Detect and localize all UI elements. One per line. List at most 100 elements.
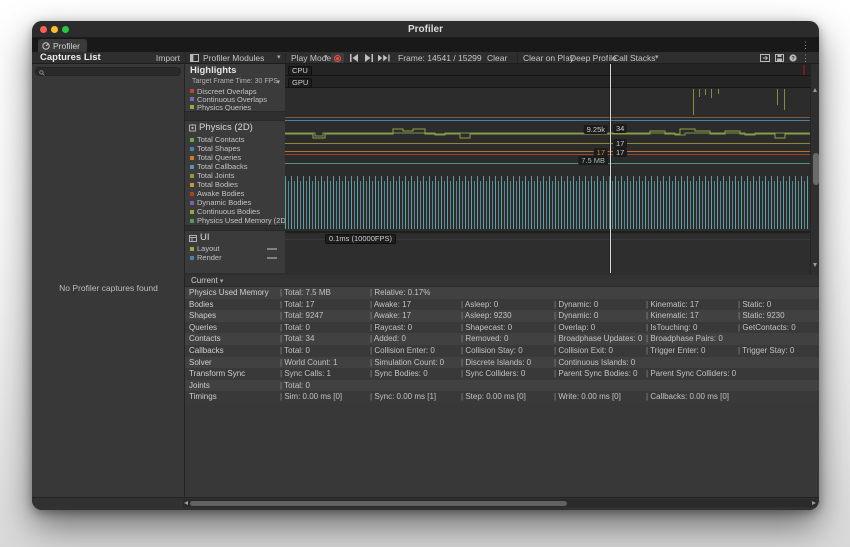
previous-frame-icon[interactable] [348, 54, 360, 62]
tab-profiler[interactable]: Profiler [38, 39, 87, 52]
legend-item[interactable]: Awake Bodies [185, 189, 285, 198]
details-cell: | Broadphase Pairs: 0 [646, 334, 723, 344]
scroll-up-icon[interactable] [813, 88, 817, 92]
legend-item[interactable]: Physics Queries [185, 103, 285, 112]
cpu-lane-label: CPU [288, 65, 312, 76]
cpu-frame-spike [803, 65, 805, 75]
captures-list-panel: No Profiler captures found [32, 64, 185, 497]
record-button[interactable] [331, 53, 344, 63]
legend-item[interactable]: Physics Used Memory (2D) [185, 216, 288, 225]
horizontal-scrollbar[interactable] [183, 499, 817, 507]
search-input[interactable] [35, 67, 181, 76]
chart-value-badge: 17 [613, 148, 628, 157]
chevron-down-icon[interactable]: ▾ [277, 52, 281, 64]
details-mode-dropdown[interactable]: Current [191, 276, 218, 285]
details-cell: | Total: 34 [280, 334, 315, 344]
frame-counter: Frame: 14541 / 15299 [398, 53, 482, 63]
scroll-right-icon[interactable] [812, 501, 816, 505]
details-row: Solver | World Count: 1 | Simulation Count… [185, 356, 819, 369]
details-row-label: Transform Sync [189, 369, 246, 379]
legend-item[interactable]: Render [185, 253, 285, 262]
details-cell: | Awake: 17 [370, 311, 412, 321]
chevron-down-icon[interactable]: ▾ [655, 52, 659, 64]
legend-item[interactable]: Total Shapes [185, 144, 285, 153]
next-frame-icon[interactable] [363, 54, 375, 62]
details-row-label: Timings [189, 392, 217, 402]
profiler-chart-area[interactable]: CPU GPU 0.1ms (10000FPS) 9.25k 34 17 17 … [285, 64, 810, 273]
legend-item[interactable]: Layout [185, 244, 285, 253]
empty-captures-message: No Profiler captures found [59, 283, 158, 293]
legend-item-label: Render [197, 253, 222, 262]
chevron-down-icon[interactable]: ▾ [220, 278, 224, 285]
gpu-lane-label: GPU [288, 77, 313, 88]
modules-layout-icon [190, 54, 199, 62]
series-color-swatch [190, 182, 194, 187]
module-highlights-header[interactable]: Highlights [185, 64, 285, 77]
export-window-icon[interactable] [760, 54, 770, 62]
details-cell: | Added: 0 [370, 334, 406, 344]
window-kebab-menu-icon[interactable]: ⋮ [801, 40, 810, 50]
details-cell: | Shapecast: 0 [461, 322, 513, 332]
profiler-gauge-icon [42, 41, 50, 50]
details-cell: | Parent Sync Bodies: 0 [554, 369, 638, 379]
details-row-label: Callbacks [189, 345, 224, 355]
highlights-legend: Discreet Overlaps Continuous Overlaps Phys… [185, 87, 285, 112]
clear-on-play-toggle[interactable]: Clear on Play [523, 52, 574, 64]
import-button[interactable]: Import [150, 52, 180, 64]
details-cell: | Awake: 17 [370, 299, 412, 309]
details-cell: | Raycast: 0 [370, 322, 413, 332]
profiler-modules-dropdown[interactable]: Profiler Modules [203, 52, 264, 64]
chevron-down-icon[interactable]: ▾ [324, 52, 328, 64]
legend-item[interactable]: Total Bodies [185, 180, 285, 189]
details-cell: | Discrete Islands: 0 [461, 357, 532, 367]
series-color-swatch [190, 191, 194, 196]
scroll-down-icon[interactable] [813, 263, 817, 267]
details-cell: | Static: 0 [738, 299, 772, 309]
clear-button[interactable]: Clear [487, 52, 507, 64]
profiler-window: Profiler Profiler ⋮ Captures List Import… [32, 21, 819, 510]
current-frame-icon[interactable] [378, 54, 390, 62]
series-color-swatch [190, 246, 194, 251]
horizontal-scroll-thumb[interactable] [190, 500, 567, 506]
help-icon[interactable]: ? [789, 54, 797, 62]
module-ui-header[interactable]: UI [185, 232, 285, 244]
save-icon[interactable] [775, 54, 784, 62]
chart-value-badge: 17 [613, 139, 628, 148]
legend-item[interactable]: Continuous Bodies [185, 207, 285, 216]
target-frame-time-dropdown[interactable]: Target Frame Time: 30 FPS ▾ [185, 77, 285, 87]
details-cell: | IsTouching: 0 [646, 322, 698, 332]
series-color-swatch [190, 255, 194, 260]
toolbar-kebab-menu-icon[interactable]: ⋮ [801, 52, 810, 64]
details-cell: | Sync Bodies: 0 [370, 369, 428, 379]
details-cell: | Sim: 0.00 ms [0] [280, 392, 343, 402]
details-cell: | Total: 0 [280, 380, 310, 390]
details-cell: | Kinematic: 17 [646, 311, 699, 321]
details-cell: | Trigger Stay: 0 [738, 345, 795, 355]
legend-item[interactable]: Total Joints [185, 171, 285, 180]
physics2d-details-table: Physics Used Memory | Total: 7.5 MB | Rela… [185, 287, 819, 497]
search-icon [39, 69, 45, 76]
legend-item-label: Total Shapes [197, 144, 241, 153]
call-stacks-dropdown[interactable]: Call Stacks [613, 52, 656, 64]
details-cell: | Total: 7.5 MB [280, 288, 331, 297]
details-cell: | Static: 9230 [738, 311, 785, 321]
legend-item[interactable]: Total Queries [185, 153, 285, 162]
details-cell: | Sync Colliders: 0 [461, 369, 526, 379]
modules-vertical-scrollbar[interactable] [810, 64, 819, 274]
scroll-left-icon[interactable] [184, 501, 188, 505]
legend-item-label: Total Contacts [197, 135, 245, 144]
details-cell: | Asleep: 0 [461, 299, 499, 309]
cpu-lane: CPU [285, 64, 810, 76]
legend-item[interactable]: Total Contacts [185, 135, 285, 144]
details-cell: | Collision Enter: 0 [370, 345, 435, 355]
legend-item-label: Total Callbacks [197, 162, 248, 171]
module-physics2d-header[interactable]: Physics (2D) [185, 122, 285, 134]
vertical-scroll-thumb[interactable] [812, 153, 819, 185]
legend-item[interactable]: Total Callbacks [185, 162, 285, 171]
details-row-label: Solver [189, 357, 212, 367]
details-cell: | Trigger Enter: 0 [646, 345, 706, 355]
deep-profile-toggle[interactable]: Deep Profile [570, 52, 617, 64]
legend-item[interactable]: Dynamic Bodies [185, 198, 285, 207]
playhead-line[interactable] [610, 64, 611, 273]
chart-value-badge: 34 [613, 124, 628, 133]
